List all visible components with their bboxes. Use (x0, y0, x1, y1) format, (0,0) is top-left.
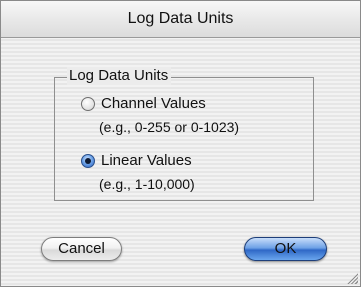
cancel-button[interactable]: Cancel (41, 237, 122, 261)
title-bar[interactable]: Log Data Units (1, 1, 360, 38)
ok-button[interactable]: OK (244, 237, 327, 261)
option-hint: (e.g., 1-10,000) (99, 176, 195, 192)
option-linear-values[interactable]: Linear Values (81, 152, 192, 169)
resize-grip-icon[interactable] (346, 272, 358, 284)
window-title: Log Data Units (127, 10, 234, 27)
group-title: Log Data Units (67, 67, 172, 85)
radio-unchecked-icon[interactable] (81, 96, 95, 111)
option-label: Linear Values (101, 152, 192, 169)
radio-checked-icon[interactable] (81, 153, 95, 168)
option-hint: (e.g., 0-255 or 0-1023) (99, 119, 240, 135)
option-label: Channel Values (101, 95, 206, 112)
dialog-window: Log Data Units Log Data Units Channel Va… (0, 0, 361, 287)
option-channel-values[interactable]: Channel Values (81, 95, 206, 112)
